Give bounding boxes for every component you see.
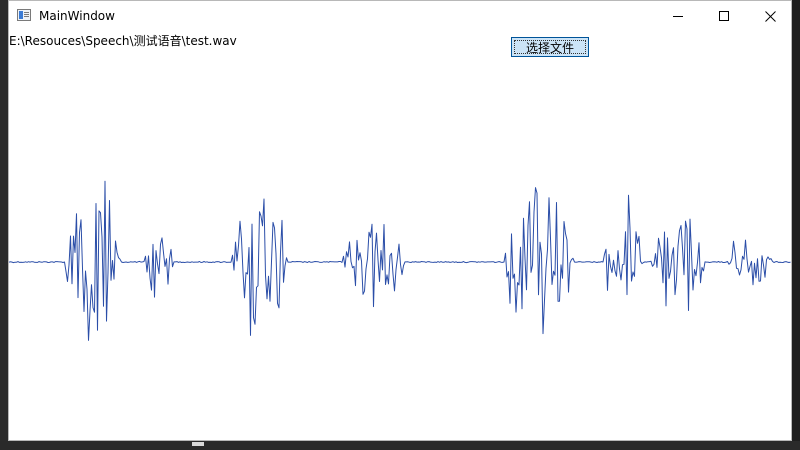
waveform-line xyxy=(9,180,791,341)
close-icon xyxy=(764,10,776,22)
background-tab-indicator xyxy=(192,442,204,446)
maximize-icon xyxy=(719,11,729,21)
file-path-label: E:\Resouces\Speech\测试语音\test.wav xyxy=(9,34,237,48)
select-file-button-label: 选择文件 xyxy=(525,40,574,55)
select-file-button[interactable]: 选择文件 xyxy=(511,37,589,57)
background-panel xyxy=(792,0,800,450)
app-window-icon xyxy=(17,9,31,21)
background-taskbar-strip xyxy=(0,441,800,450)
waveform-canvas xyxy=(9,61,791,439)
window-title: MainWindow xyxy=(39,9,115,23)
title-bar[interactable]: MainWindow xyxy=(9,1,791,31)
waveform-plot xyxy=(9,180,791,341)
main-window: MainWindow E:\Resouces\Speech\测试语音\test.… xyxy=(8,0,792,441)
maximize-button[interactable] xyxy=(701,1,747,31)
minimize-icon xyxy=(673,16,683,17)
close-button[interactable] xyxy=(747,1,793,31)
minimize-button[interactable] xyxy=(655,1,701,31)
